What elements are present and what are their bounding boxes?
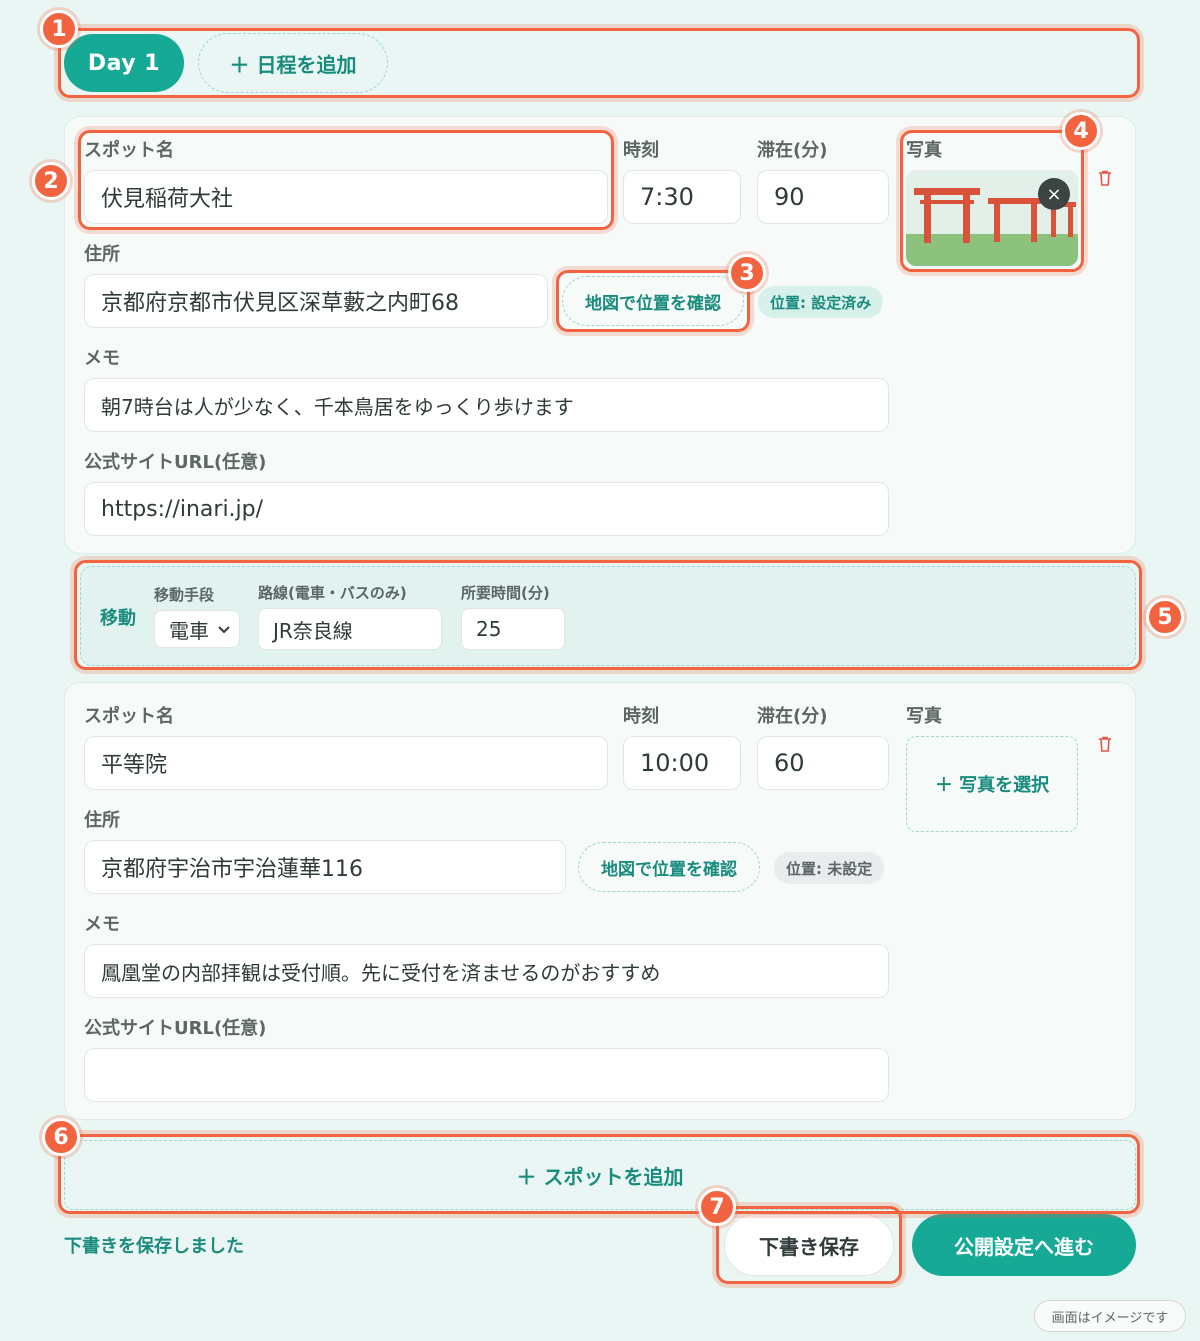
time-input[interactable]: 10:00 (623, 736, 741, 790)
time-label: 時刻 (623, 140, 659, 161)
trash-icon[interactable] (1098, 736, 1112, 752)
highlight-transit (74, 560, 1142, 670)
location-status-badge: 位置: 未設定 (774, 852, 885, 884)
location-status-badge: 位置: 設定済み (758, 286, 884, 318)
publish-settings-button[interactable]: 公開設定へ進む (912, 1214, 1136, 1276)
address-input[interactable]: 京都府京都市伏見区深草藪之内町68 (84, 274, 548, 328)
annotation-badge: 7 (698, 1188, 736, 1226)
annotation-badge: 2 (32, 162, 70, 200)
memo-label: メモ (84, 348, 120, 369)
highlight-spot-name (78, 130, 614, 230)
disclaimer-badge: 画面はイメージです (1034, 1300, 1186, 1332)
time-label: 時刻 (623, 706, 659, 727)
memo-label: メモ (84, 914, 120, 935)
stay-label: 滞在(分) (757, 140, 828, 161)
highlight-day-tabs (58, 28, 1140, 98)
annotation-badge: 3 (728, 254, 766, 292)
highlight-photo (900, 130, 1084, 272)
stay-input[interactable]: 60 (757, 736, 889, 790)
url-label: 公式サイトURL(任意) (84, 452, 267, 473)
memo-input[interactable]: 朝7時台は人が少なく、千本鳥居をゆっくり歩けます (84, 378, 889, 432)
photo-label: 写真 (906, 706, 942, 727)
address-label: 住所 (84, 244, 120, 265)
url-input[interactable]: https://inari.jp/ (84, 482, 889, 536)
map-confirm-button[interactable]: 地図で位置を確認 (578, 842, 760, 892)
annotation-badge: 4 (1062, 112, 1100, 150)
highlight-add-spot (58, 1134, 1140, 1214)
select-photo-button[interactable]: ＋ 写真を選択 (906, 736, 1078, 832)
url-label: 公式サイトURL(任意) (84, 1018, 267, 1039)
annotation-badge: 5 (1146, 598, 1184, 636)
stay-input[interactable]: 90 (757, 170, 889, 224)
saved-status-text: 下書きを保存しました (64, 1236, 244, 1257)
highlight-draft-button (716, 1206, 902, 1284)
trash-icon[interactable] (1098, 170, 1112, 186)
spot-name-input[interactable]: 平等院 (84, 736, 608, 790)
annotation-badge: 6 (42, 1118, 80, 1156)
stay-label: 滞在(分) (757, 706, 828, 727)
memo-input[interactable]: 鳳凰堂の内部拝観は受付順。先に受付を済ませるのがおすすめ (84, 944, 889, 998)
highlight-map-button (556, 270, 750, 332)
annotation-badge: 1 (40, 10, 78, 48)
time-input[interactable]: 7:30 (623, 170, 741, 224)
spot-name-label: スポット名 (84, 706, 174, 727)
url-input[interactable] (84, 1048, 889, 1102)
address-input[interactable]: 京都府宇治市宇治蓮華116 (84, 840, 566, 894)
address-label: 住所 (84, 810, 120, 831)
